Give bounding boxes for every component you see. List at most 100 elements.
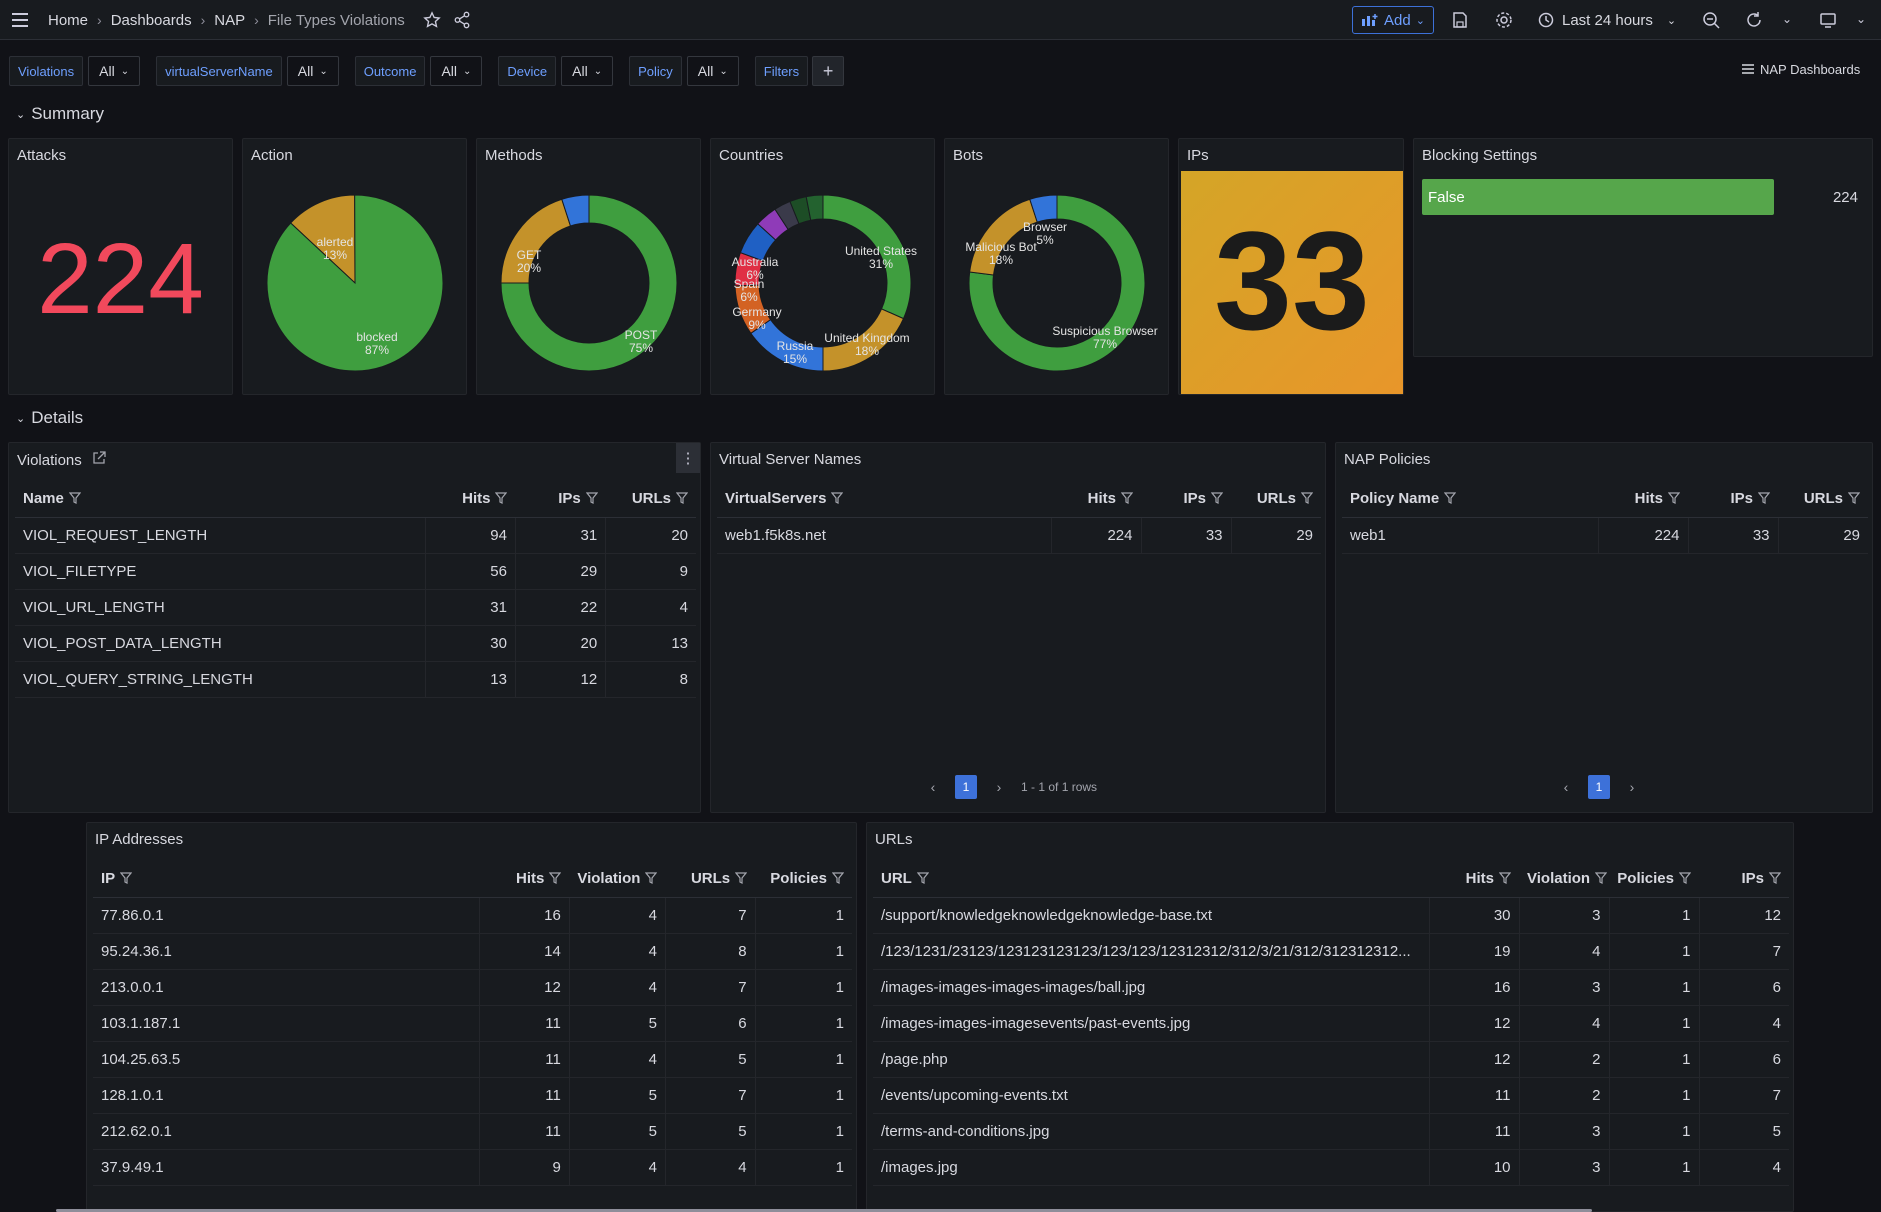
filter-icon[interactable] <box>916 871 930 885</box>
refresh-interval-chevron-icon[interactable]: ⌄ <box>1782 12 1802 32</box>
table-row[interactable]: /images.jpg 10 3 1 4 <box>873 1149 1789 1186</box>
breadcrumb-dashboards[interactable]: Dashboards <box>111 12 192 29</box>
table-row[interactable]: /terms-and-conditions.jpg 11 3 1 5 <box>873 1113 1789 1150</box>
table-row[interactable]: /images-images-images-images/ball.jpg 16 3… <box>873 969 1789 1006</box>
page-1-button[interactable]: 1 <box>1588 775 1610 799</box>
table-row[interactable]: 95.24.36.1 14 4 8 1 <box>93 933 852 970</box>
column-header[interactable]: URLs <box>605 481 696 518</box>
table-row[interactable]: web1 224 33 29 <box>1342 517 1868 554</box>
table-row[interactable]: /123/1231/23123/123123123123/123/123/123… <box>873 933 1789 970</box>
table-row[interactable]: 128.1.0.1 11 5 7 1 <box>93 1077 852 1114</box>
column-header[interactable]: Policy Name <box>1342 481 1598 518</box>
column-header[interactable]: Hits <box>1051 481 1141 518</box>
table-cell: 56 <box>424 553 516 590</box>
filter-icon[interactable] <box>831 871 845 885</box>
filter-icon[interactable] <box>1498 871 1512 885</box>
tv-mode-icon[interactable] <box>1818 10 1838 30</box>
table-row[interactable]: /events/upcoming-events.txt 11 2 1 7 <box>873 1077 1789 1114</box>
column-header[interactable]: Violation <box>569 861 666 898</box>
table-row[interactable]: /page.php 12 2 1 6 <box>873 1041 1789 1078</box>
column-header[interactable]: Hits <box>1598 481 1688 518</box>
save-icon[interactable] <box>1450 10 1470 30</box>
column-header[interactable]: IPs <box>1699 861 1789 898</box>
column-header[interactable]: Hits <box>479 861 570 898</box>
column-header[interactable]: Violation <box>1519 861 1609 898</box>
view-mode-chevron-icon[interactable]: ⌄ <box>1856 12 1876 32</box>
var-select-virtualservername[interactable]: All ⌄ <box>286 56 339 86</box>
table-row[interactable]: 103.1.187.1 11 5 6 1 <box>93 1005 852 1042</box>
column-header[interactable]: Policies <box>755 861 852 898</box>
var-select-policy[interactable]: All ⌄ <box>686 56 739 86</box>
time-range-picker[interactable]: Last 24 hours ⌄ <box>1538 0 1676 40</box>
filter-icon[interactable] <box>1210 491 1224 505</box>
filter-icon[interactable] <box>645 871 658 885</box>
column-header[interactable]: Hits <box>425 481 516 518</box>
panel-menu-icon[interactable]: ⋮ <box>676 443 700 473</box>
column-header[interactable]: URLs <box>665 861 756 898</box>
zoom-out-icon[interactable] <box>1701 10 1721 30</box>
filter-icon[interactable] <box>68 491 82 505</box>
table-row[interactable]: 212.62.0.1 11 5 5 1 <box>93 1113 852 1150</box>
filter-icon[interactable] <box>831 491 844 505</box>
refresh-icon[interactable] <box>1744 10 1764 30</box>
filter-icon[interactable] <box>1847 491 1861 505</box>
filter-icon[interactable] <box>1757 491 1771 505</box>
column-header[interactable]: Policies <box>1609 861 1699 898</box>
column-header[interactable]: Name <box>15 481 426 518</box>
column-header[interactable]: VirtualServers <box>717 481 1051 518</box>
filter-icon[interactable] <box>1768 871 1782 885</box>
star-icon[interactable] <box>423 11 441 29</box>
column-header[interactable]: URLs <box>1778 481 1868 518</box>
column-header[interactable]: URLs <box>1231 481 1321 518</box>
filter-icon[interactable] <box>495 491 508 505</box>
prev-page-icon[interactable]: ‹ <box>1554 775 1578 799</box>
var-select-device[interactable]: All ⌄ <box>561 56 614 86</box>
next-page-icon[interactable]: › <box>1620 775 1644 799</box>
add-button[interactable]: Add ⌄ <box>1352 6 1434 34</box>
external-link-icon[interactable] <box>92 451 106 469</box>
filter-icon[interactable] <box>1443 491 1457 505</box>
table-row[interactable]: VIOL_FILETYPE 56 29 9 <box>15 553 696 590</box>
table-row[interactable]: /images-images-imagesevents/past-events.… <box>873 1005 1789 1042</box>
filter-icon[interactable] <box>1300 491 1314 505</box>
var-select-outcome[interactable]: All ⌄ <box>430 56 483 86</box>
column-header[interactable]: IP <box>93 861 480 898</box>
row-details[interactable]: ⌄ Details <box>16 408 83 428</box>
nap-dashboards-link[interactable]: NAP Dashboards <box>1742 62 1860 77</box>
prev-page-icon[interactable]: ‹ <box>921 775 945 799</box>
page-1-button[interactable]: 1 <box>955 775 977 799</box>
breadcrumb-home[interactable]: Home <box>48 12 88 29</box>
column-header[interactable]: URL <box>873 861 1429 898</box>
add-filter-button[interactable]: + <box>812 56 845 86</box>
table-row[interactable]: VIOL_URL_LENGTH 31 22 4 <box>15 589 696 626</box>
filter-icon[interactable] <box>1678 871 1692 885</box>
filter-icon[interactable] <box>1594 871 1608 885</box>
menu-icon[interactable] <box>10 10 30 30</box>
filter-icon[interactable] <box>1120 491 1134 505</box>
filter-icon[interactable] <box>119 871 133 885</box>
filter-icon[interactable] <box>1667 491 1681 505</box>
row-summary[interactable]: ⌄ Summary <box>16 104 104 124</box>
table-row[interactable]: 104.25.63.5 11 4 5 1 <box>93 1041 852 1078</box>
table-row[interactable]: 37.9.49.1 9 4 4 1 <box>93 1149 852 1186</box>
column-header[interactable]: IPs <box>1141 481 1231 518</box>
share-icon[interactable] <box>453 11 471 29</box>
column-header[interactable]: IPs <box>515 481 606 518</box>
filter-icon[interactable] <box>734 871 748 885</box>
breadcrumb-folder[interactable]: NAP <box>214 12 245 29</box>
filter-icon[interactable] <box>675 491 689 505</box>
table-row[interactable]: /support/knowledgeknowledgeknowledge-bas… <box>873 897 1789 934</box>
table-row[interactable]: VIOL_POST_DATA_LENGTH 30 20 13 <box>15 625 696 662</box>
table-row[interactable]: VIOL_REQUEST_LENGTH 94 31 20 <box>15 517 696 554</box>
table-row[interactable]: web1.f5k8s.net 224 33 29 <box>717 517 1321 554</box>
column-header[interactable]: IPs <box>1688 481 1778 518</box>
filter-icon[interactable] <box>585 491 598 505</box>
filter-icon[interactable] <box>549 871 562 885</box>
next-page-icon[interactable]: › <box>987 775 1011 799</box>
table-row[interactable]: 77.86.0.1 16 4 7 1 <box>93 897 852 934</box>
table-row[interactable]: 213.0.0.1 12 4 7 1 <box>93 969 852 1006</box>
var-select-violations[interactable]: All ⌄ <box>88 56 141 86</box>
gear-icon[interactable] <box>1494 10 1514 30</box>
column-header[interactable]: Hits <box>1429 861 1519 898</box>
table-row[interactable]: VIOL_QUERY_STRING_LENGTH 13 12 8 <box>15 661 696 698</box>
